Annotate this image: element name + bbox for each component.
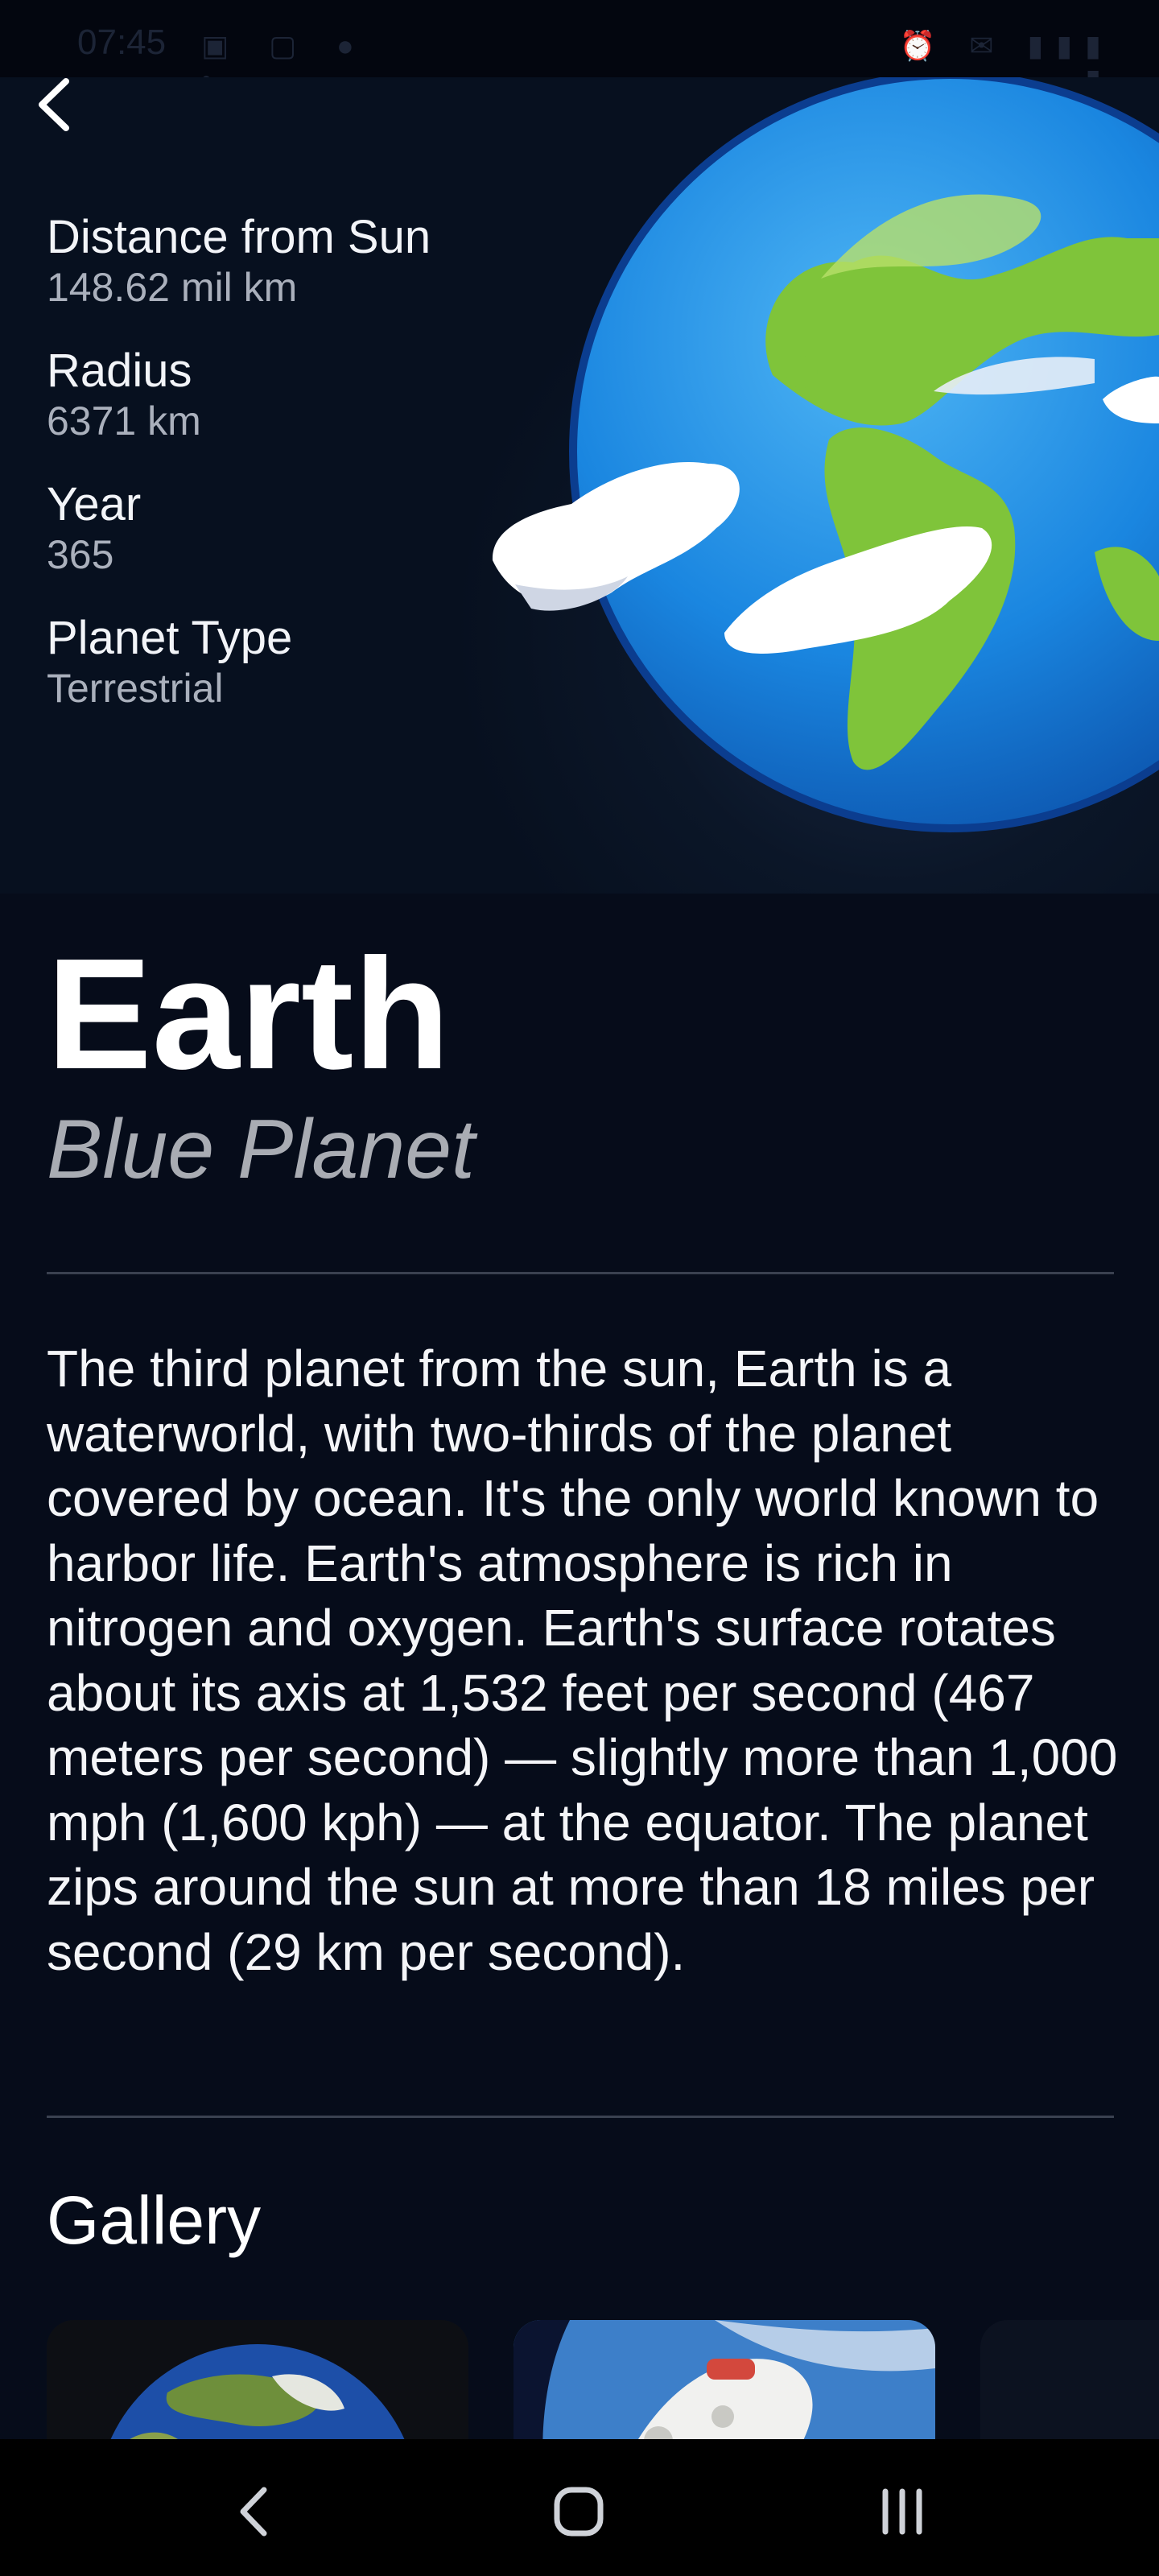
planet-name: Earth: [47, 926, 451, 1102]
chevron-left-icon: [39, 78, 69, 131]
planet-stats: Distance from Sun 148.62 mil km Radius 6…: [47, 211, 546, 745]
divider-bottom: [47, 2116, 1114, 2118]
gallery-image-astronaut[interactable]: [514, 2320, 935, 2439]
stat-label: Year: [47, 478, 142, 530]
nav-back-icon: [240, 2487, 267, 2537]
back-button[interactable]: [23, 74, 84, 135]
status-time: 07:45: [77, 23, 167, 62]
system-status-icons: ⏰ ✉ ▮▮▮ ▮: [899, 29, 1114, 96]
gallery-image-earth[interactable]: [47, 2320, 468, 2439]
divider-top: [47, 1272, 1114, 1274]
status-bar: 07:45 ▣ ▢ ● • ⏰ ✉ ▮▮▮ ▮: [0, 0, 1159, 96]
earth-illustration: [492, 77, 1159, 832]
notification-icons: ▣ ▢ ● •: [201, 29, 370, 96]
planet-nickname: Blue Planet: [47, 1103, 475, 1196]
planet-description: The third planet from the sun, Earth is …: [47, 1340, 1118, 1981]
stat-radius: Radius 6371 km: [47, 345, 546, 444]
stat-planet-type: Planet Type Terrestrial: [47, 612, 546, 712]
stat-year: Year 365: [47, 478, 546, 578]
nav-home-button[interactable]: [534, 2471, 623, 2552]
gallery-title: Gallery: [47, 2182, 262, 2258]
nav-back-button[interactable]: [209, 2471, 298, 2552]
nav-recents-icon: [882, 2488, 922, 2535]
planet-title-block: Earth Blue Planet: [47, 926, 1109, 1198]
stat-value: Terrestrial: [47, 666, 224, 711]
nav-home-icon: [554, 2487, 604, 2537]
stat-label: Planet Type: [47, 612, 293, 664]
system-nav-bar: [0, 2439, 1159, 2576]
stat-value: 6371 km: [47, 398, 201, 444]
stat-value: 365: [47, 532, 114, 577]
gallery-carousel[interactable]: [47, 2320, 1159, 2439]
stat-distance: Distance from Sun 148.62 mil km: [47, 211, 546, 311]
gallery-image-next[interactable]: [980, 2320, 1159, 2439]
stat-label: Distance from Sun: [47, 211, 431, 263]
stat-value: 148.62 mil km: [47, 265, 298, 310]
nav-recents-button[interactable]: [858, 2471, 947, 2552]
stat-label: Radius: [47, 345, 192, 397]
